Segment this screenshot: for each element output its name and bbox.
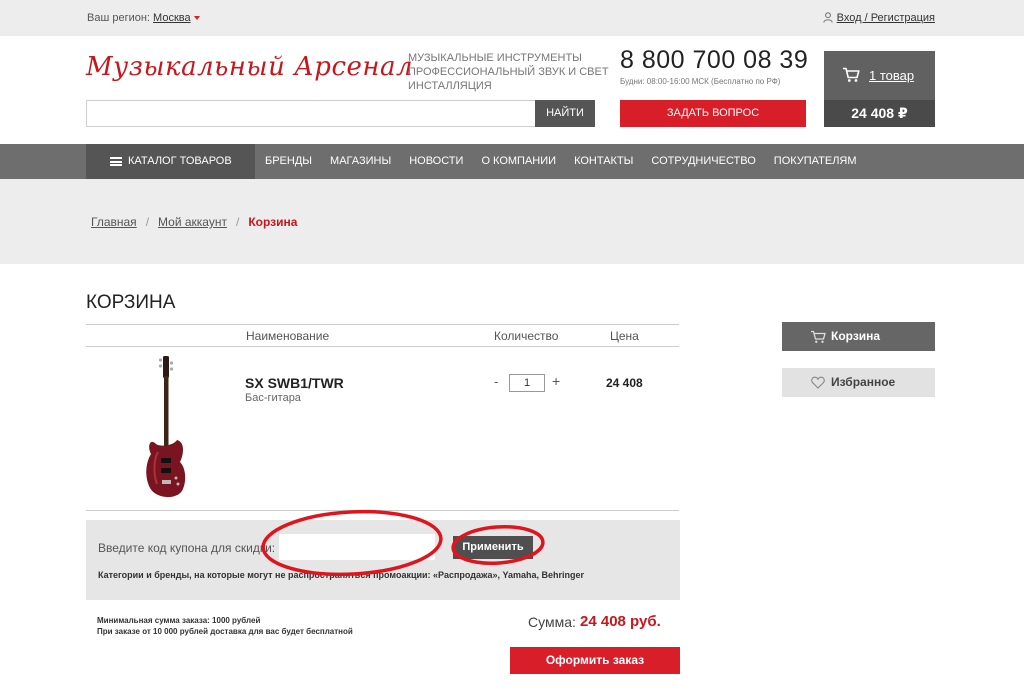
promo-note: Категории и бренды, на которые могут не … — [98, 570, 585, 580]
nav-item-contacts[interactable]: КОНТАКТЫ — [565, 144, 642, 179]
column-name: Наименование — [246, 329, 330, 343]
nav-item-partnership[interactable]: СОТРУДНИЧЕСТВО — [642, 144, 764, 179]
header-cart-count[interactable]: 1 товар — [869, 68, 914, 83]
column-price: Цена — [610, 329, 639, 343]
breadcrumb-area: Главная / Мой аккаунт / Корзина — [0, 179, 1024, 264]
header-cart[interactable]: 1 товар 24 408 ₽ — [824, 51, 935, 127]
cart-icon — [811, 330, 826, 343]
top-bar: Ваш регион: Москва Вход / Регистрация — [0, 0, 1024, 36]
catalog-button[interactable]: КАТАЛОГ ТОВАРОВ — [86, 144, 255, 179]
sidebar-favorites-label: Избранное — [831, 375, 896, 389]
sum-value: 24 408 руб. — [580, 613, 661, 630]
tagline-line: ПРОФЕССИОНАЛЬНЫЙ ЗВУК И СВЕТ — [408, 66, 609, 78]
apply-coupon-button[interactable]: Применить — [453, 536, 533, 559]
ask-question-button[interactable]: ЗАДАТЬ ВОПРОС — [620, 100, 806, 127]
nav-item-customers[interactable]: ПОКУПАТЕЛЯМ — [765, 144, 866, 179]
nav-item-stores[interactable]: МАГАЗИНЫ — [321, 144, 400, 179]
tagline: МУЗЫКАЛЬНЫЕ ИНСТРУМЕНТЫ ПРОФЕССИОНАЛЬНЫЙ… — [408, 51, 609, 93]
sidebar-cart-label: Корзина — [831, 329, 881, 343]
qty-increase-button[interactable]: + — [552, 373, 560, 389]
quantity-input[interactable]: 1 — [509, 374, 545, 392]
cart-table-header: Наименование Количество Цена — [86, 324, 679, 347]
product-name[interactable]: SX SWB1/TWR — [245, 375, 344, 391]
min-sum-note: Минимальная сумма заказа: 1000 рублей — [97, 616, 261, 625]
header-cart-sum: 24 408 ₽ — [824, 100, 935, 127]
coupon-label: Введите код купона для скидки: — [98, 541, 276, 555]
user-icon — [822, 12, 833, 23]
product-image[interactable] — [140, 354, 194, 502]
sum-label: Сумма: — [528, 614, 576, 630]
breadcrumb-home[interactable]: Главная — [91, 215, 137, 229]
search-input[interactable] — [86, 100, 536, 127]
nav-item-about[interactable]: О КОМПАНИИ — [472, 144, 565, 179]
sidebar-favorites-button[interactable]: Избранное — [782, 368, 935, 397]
checkout-button[interactable]: Оформить заказ — [510, 647, 680, 674]
login-text[interactable]: Вход / Регистрация — [837, 12, 935, 24]
page-title: КОРЗИНА — [86, 292, 176, 313]
region-city-link[interactable]: Москва — [153, 12, 191, 24]
breadcrumb-current: Корзина — [248, 215, 298, 229]
tagline-line: МУЗЫКАЛЬНЫЕ ИНСТРУМЕНТЫ — [408, 52, 582, 64]
main-nav: КАТАЛОГ ТОВАРОВ БРЕНДЫ МАГАЗИНЫ НОВОСТИ … — [0, 144, 1024, 179]
product-price: 24 408 — [606, 376, 643, 390]
order-conditions: Минимальная сумма заказа: 1000 рублей Пр… — [97, 615, 353, 637]
tagline-line: ИНСТАЛЛЯЦИЯ — [408, 80, 492, 92]
phone-number: 8 800 700 08 39 — [620, 46, 809, 74]
site-logo[interactable]: Музыкальный Арсенал — [86, 52, 413, 82]
breadcrumb: Главная / Мой аккаунт / Корзина — [91, 215, 297, 229]
breadcrumb-separator: / — [235, 215, 240, 229]
working-hours: Будни: 08:00-16:00 МСК (Бесплатно по РФ) — [620, 77, 781, 86]
breadcrumb-separator: / — [145, 215, 150, 229]
caret-down-icon[interactable] — [193, 16, 200, 21]
region-label: Ваш регион: — [87, 12, 150, 24]
breadcrumb-account[interactable]: Мой аккаунт — [158, 215, 227, 229]
product-type: Бас-гитара — [245, 392, 301, 404]
free-delivery-note: При заказе от 10 000 рублей доставка для… — [97, 627, 353, 636]
login-link[interactable]: Вход / Регистрация — [822, 12, 935, 24]
search-button[interactable]: НАЙТИ — [535, 100, 595, 127]
catalog-label: КАТАЛОГ ТОВАРОВ — [128, 155, 232, 167]
heart-icon — [811, 376, 825, 389]
menu-icon — [110, 157, 122, 166]
cart-icon — [843, 67, 860, 82]
coupon-panel: Введите код купона для скидки: Применить… — [86, 520, 680, 600]
region-selector[interactable]: Ваш регион: Москва — [87, 12, 200, 24]
coupon-input[interactable] — [279, 534, 435, 560]
column-qty: Количество — [494, 329, 559, 343]
qty-decrease-button[interactable]: - — [494, 374, 498, 389]
nav-item-brands[interactable]: БРЕНДЫ — [256, 144, 321, 179]
row-divider — [86, 510, 679, 511]
sidebar-cart-button[interactable]: Корзина — [782, 322, 935, 351]
nav-item-news[interactable]: НОВОСТИ — [400, 144, 472, 179]
